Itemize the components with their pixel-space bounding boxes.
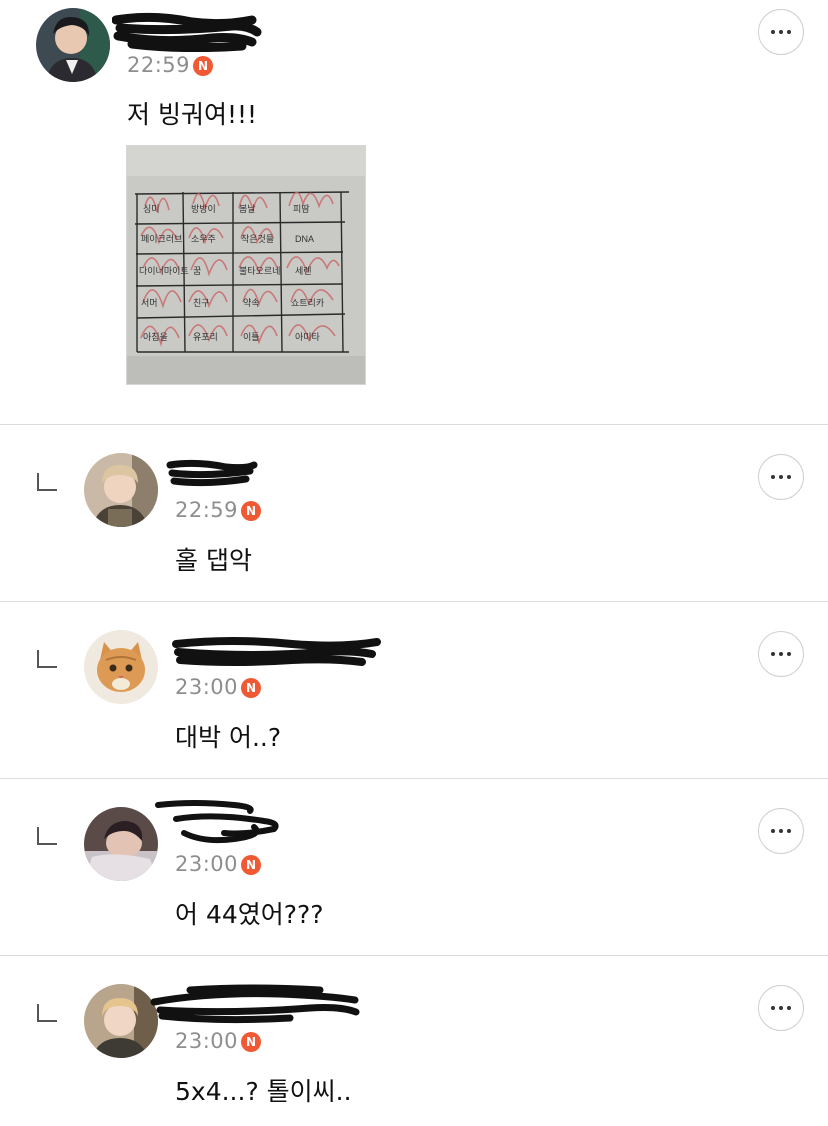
svg-text:방방이: 방방이 [191,204,216,214]
reply-item: 23:00 N 대박 어..? [0,602,828,778]
svg-text:불타오르네: 불타오르네 [239,266,280,276]
svg-text:유포리: 유포리 [193,332,218,342]
timestamp: 23:00 [175,852,239,876]
timestamp: 22:59 [175,498,239,522]
avatar[interactable] [84,984,158,1058]
svg-text:다이너마이트: 다이너마이트 [139,266,189,276]
comment-text: 5x4...? 톨이씨.. [175,1077,352,1106]
svg-text:봄날: 봄날 [239,204,256,214]
comment-text: 대박 어..? [175,723,282,752]
avatar[interactable] [84,453,158,527]
more-options-button[interactable] [758,985,804,1031]
svg-text:페이크러브: 페이크러브 [141,234,182,244]
redacted-username [166,459,258,487]
reply-item: 23:00 N 5x4...? 톨이씨.. [0,956,828,1126]
more-options-button[interactable] [758,9,804,55]
reply-item: 23:00 N 어 44였어??? [0,779,828,955]
comment-item: 22:59 N 저 빙궈여!!! 싱미 방방이 봄날 피땀 페이크러브 소우주 … [0,0,828,424]
svg-text:DNA: DNA [295,234,314,244]
svg-text:소우주: 소우주 [191,234,216,244]
svg-text:쇼트리카: 쇼트리카 [291,298,324,308]
redacted-username [155,800,279,844]
more-dots-icon [771,652,775,656]
reply-arrow-icon [37,1004,57,1022]
reply-arrow-icon [37,650,57,668]
attached-image[interactable]: 싱미 방방이 봄날 피땀 페이크러브 소우주 작은것들 DNA 다이너마이트 꿈… [126,145,366,385]
more-dots-icon [771,30,775,34]
svg-text:서머: 서머 [141,298,158,308]
redacted-username [150,984,360,1024]
svg-text:작은것들: 작은것들 [241,234,274,244]
new-badge-icon: N [241,1032,261,1052]
svg-text:아미타: 아미타 [295,332,321,342]
svg-text:이틀: 이틀 [243,332,260,342]
reply-item: 22:59 N 홀 댑악 [0,425,828,601]
reply-arrow-icon [37,827,57,845]
new-badge-icon: N [193,56,213,76]
timestamp: 22:59 [127,53,191,77]
redacted-username [172,637,381,666]
svg-text:아침을: 아침을 [143,332,168,342]
avatar[interactable] [36,8,110,82]
new-badge-icon: N [241,855,261,875]
svg-text:피땀: 피땀 [293,204,310,214]
svg-text:싱미: 싱미 [143,204,160,214]
more-dots-icon [771,475,775,479]
timestamp: 23:00 [175,1029,239,1053]
comment-text: 어 44였어??? [175,900,324,929]
avatar[interactable] [84,630,158,704]
more-dots-icon [771,829,775,833]
comment-text: 홀 댑악 [175,546,252,575]
svg-text:꿈: 꿈 [193,266,201,276]
svg-text:약속: 약속 [243,297,260,308]
more-dots-icon [771,1006,775,1010]
more-options-button[interactable] [758,808,804,854]
more-options-button[interactable] [758,454,804,500]
redacted-username [112,12,262,52]
svg-text:친구: 친구 [193,298,210,308]
avatar[interactable] [84,807,158,881]
reply-arrow-icon [37,473,57,491]
timestamp: 23:00 [175,675,239,699]
comment-text: 저 빙궈여!!! [127,100,258,129]
svg-text:세렌: 세렌 [295,266,312,276]
more-options-button[interactable] [758,631,804,677]
new-badge-icon: N [241,501,261,521]
new-badge-icon: N [241,678,261,698]
